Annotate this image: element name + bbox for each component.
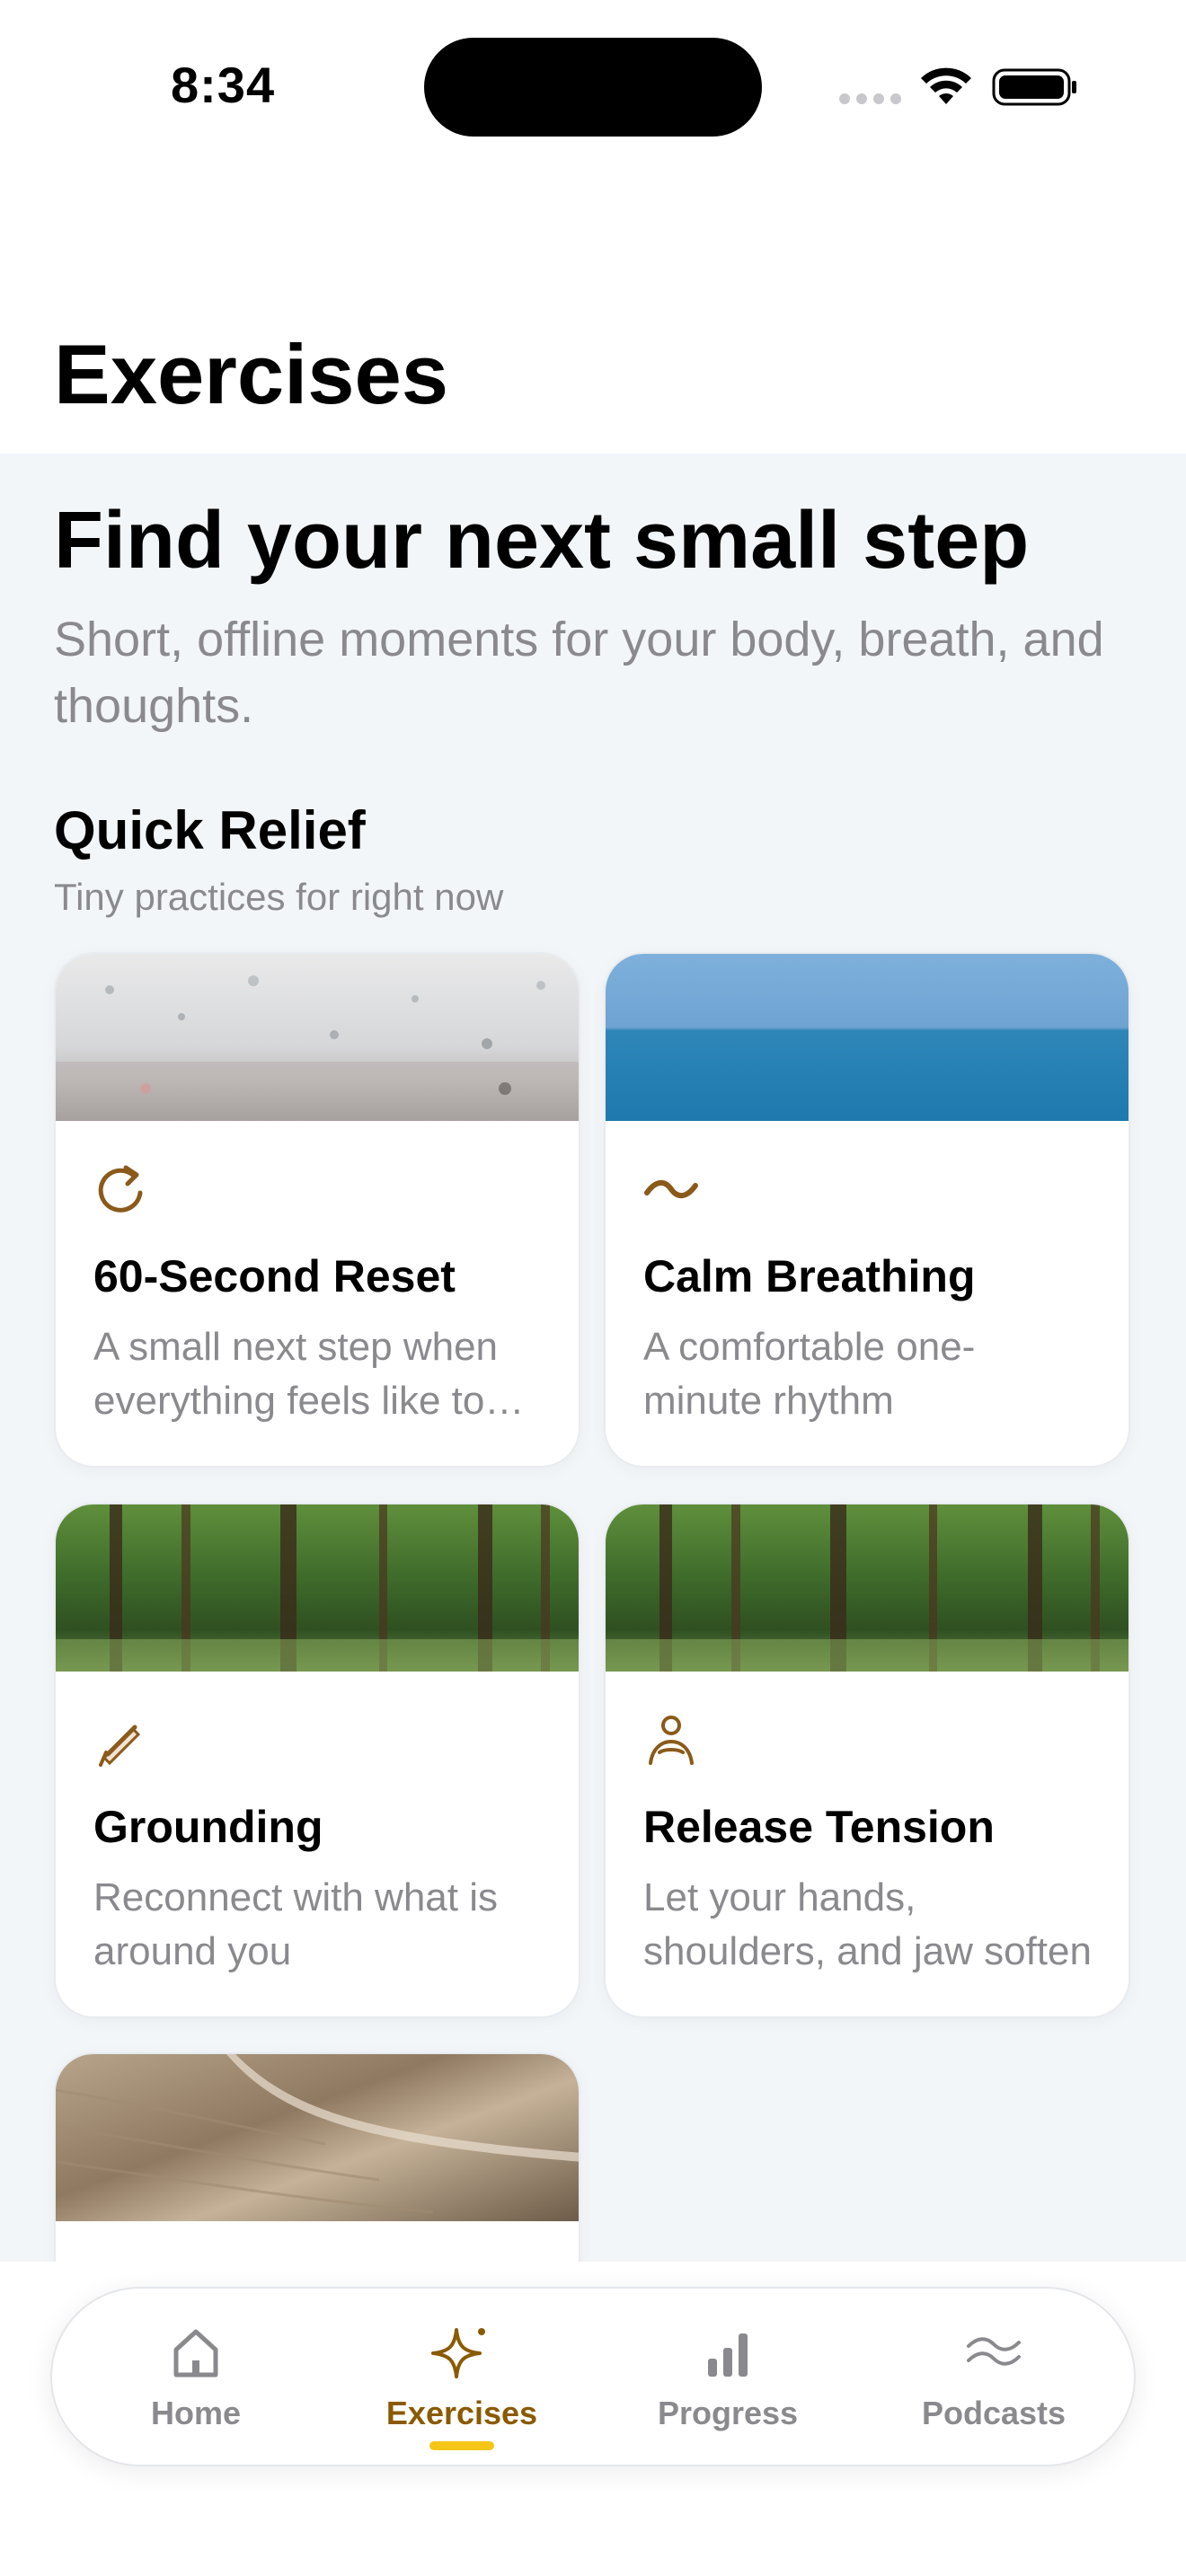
tab-label: Progress [657,2395,799,2431]
card-image-sand-dunes [56,2054,579,2221]
status-time: 8:34 [171,57,276,113]
tab-label: Podcasts [921,2395,1067,2431]
wifi-icon [921,67,971,104]
card-image-rain-window [56,954,579,1121]
tab-label: Home [150,2395,242,2431]
tab-bar: Home Exercises Progress Podcasts [50,2287,1136,2466]
card-description: Reconnect with what is around you [93,1875,498,1973]
exercise-card-60-second-reset[interactable]: 60-Second Reset A small next step when e… [54,952,580,1468]
card-image-forest [56,1504,579,1672]
card-description: A small next step when everything feels … [93,1325,507,1423]
card-title: Release Tension [643,1802,995,1852]
battery-icon [992,68,1076,106]
cellular-signal-icon [839,93,902,104]
card-image-forest [606,1504,1128,1672]
sparkle-icon [431,2328,485,2378]
card-description: Let your hands, shoulders, and jaw softe… [643,1875,1092,1973]
tab-label: Exercises [385,2395,538,2431]
section-title: Quick Relief [54,800,366,860]
tab-podcasts[interactable]: Podcasts [859,2289,1128,2468]
card-description: A comfortable one-minute rhythm [643,1325,976,1423]
hero-title: Find your next small step [54,496,1030,586]
card-title: Grounding [93,1802,323,1852]
tab-exercises[interactable]: Exercises [327,2289,597,2468]
tab-progress[interactable]: Progress [593,2289,863,2468]
hero-subtitle: Short, offline moments for your body, br… [54,613,1104,733]
navigation-header: Exercises [0,171,1186,454]
section-subtitle: Tiny practices for right now [54,876,504,918]
exercise-card-release-tension[interactable]: Release Tension Let your hands, shoulder… [604,1503,1130,2018]
home-icon [173,2329,218,2378]
exercise-card-grounding[interactable]: Grounding Reconnect with what is around … [54,1503,580,2018]
bar-chart-icon [708,2333,748,2377]
active-tab-indicator [429,2441,494,2450]
page-title: Exercises [54,327,449,421]
pen-icon [99,1725,141,1767]
dynamic-island [424,38,762,137]
card-title: Calm Breathing [643,1251,976,1301]
exercises-content[interactable]: Find your next small step Short, offline… [0,454,1186,2576]
person-icon [649,1716,694,1765]
card-title: 60-Second Reset [93,1251,456,1301]
card-image-ocean-horizon [606,954,1128,1121]
waves-icon [967,2337,1021,2366]
tab-home[interactable]: Home [61,2289,331,2468]
tab-bar-area: Home Exercises Progress Podcasts [0,2262,1186,2576]
status-bar: 8:34 [0,0,1186,171]
wave-icon [644,1180,698,1198]
refresh-icon [98,1165,143,1213]
exercise-card-calm-breathing[interactable]: Calm Breathing A comfortable one-minute … [604,952,1130,1468]
